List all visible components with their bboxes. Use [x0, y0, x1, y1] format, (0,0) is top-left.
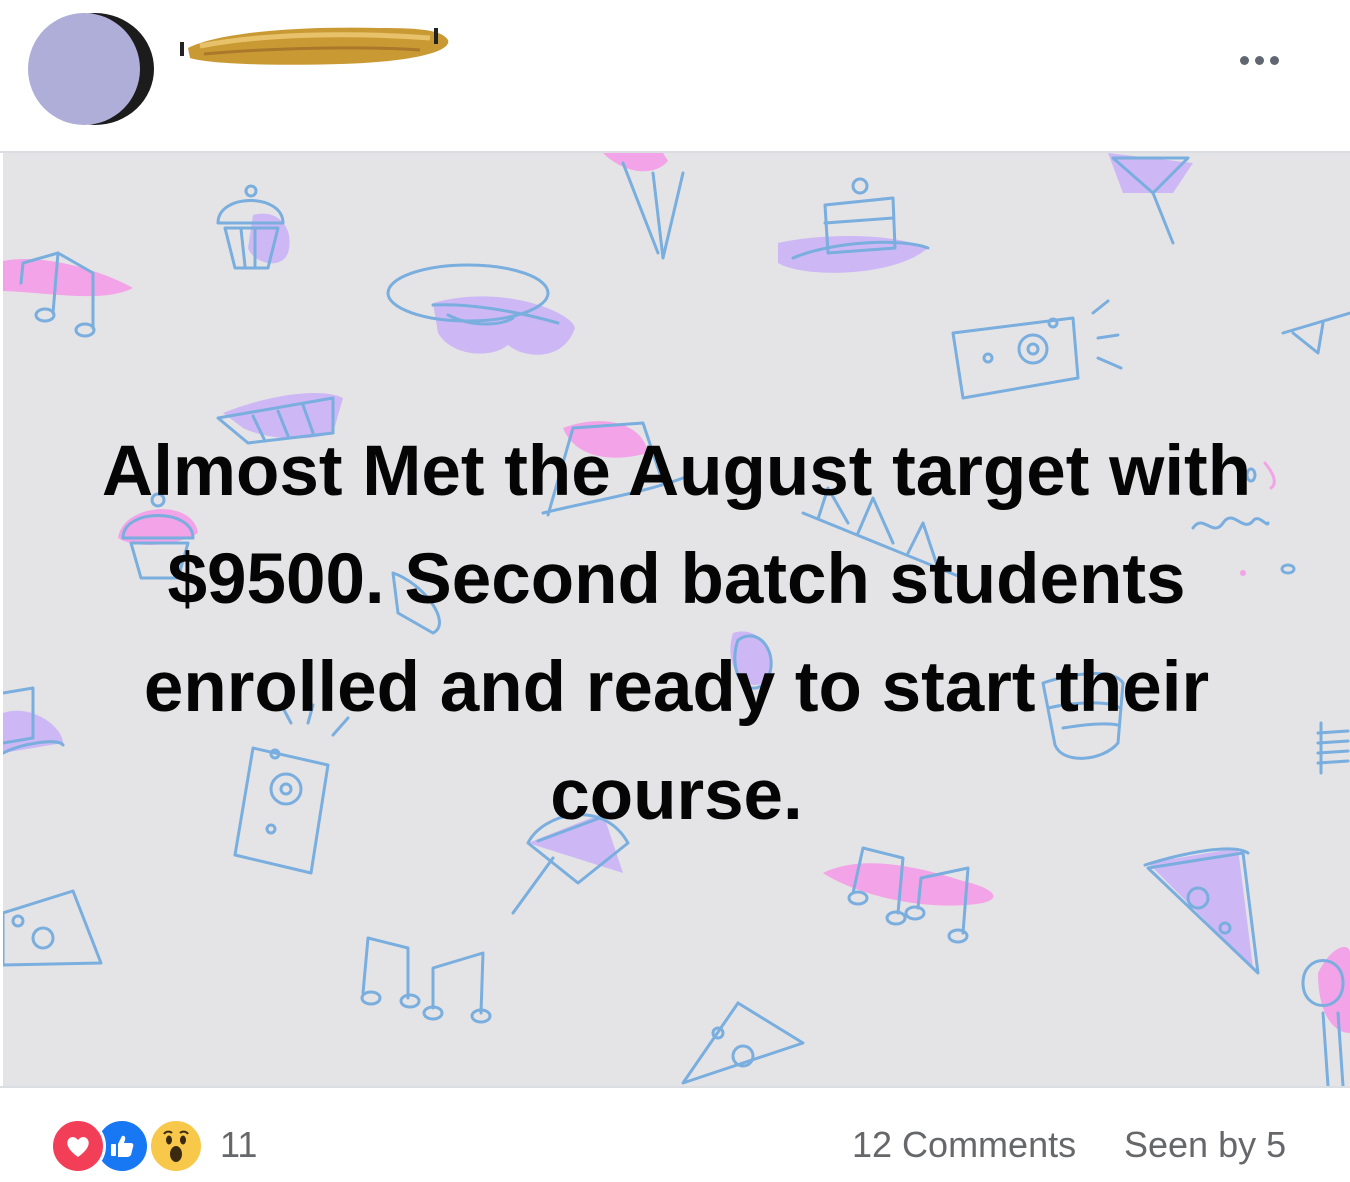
author-name-redaction [180, 27, 449, 65]
ellipsis-icon [1239, 55, 1249, 65]
post-text: Almost Met the August target with $9500.… [101, 432, 1252, 835]
love-icon [50, 1118, 106, 1174]
more-options-button[interactable] [1234, 48, 1284, 72]
reaction-count: 11 [220, 1124, 258, 1165]
comments-link[interactable]: 12 Comments [852, 1124, 1076, 1166]
avatar[interactable] [28, 13, 140, 125]
seen-by-link[interactable]: Seen by 5 [1124, 1124, 1286, 1166]
post-background: Almost Met the August target with $9500.… [3, 153, 1350, 1086]
reactions-summary[interactable] [50, 1118, 210, 1174]
wow-icon [148, 1118, 204, 1174]
post-header [0, 0, 1350, 153]
